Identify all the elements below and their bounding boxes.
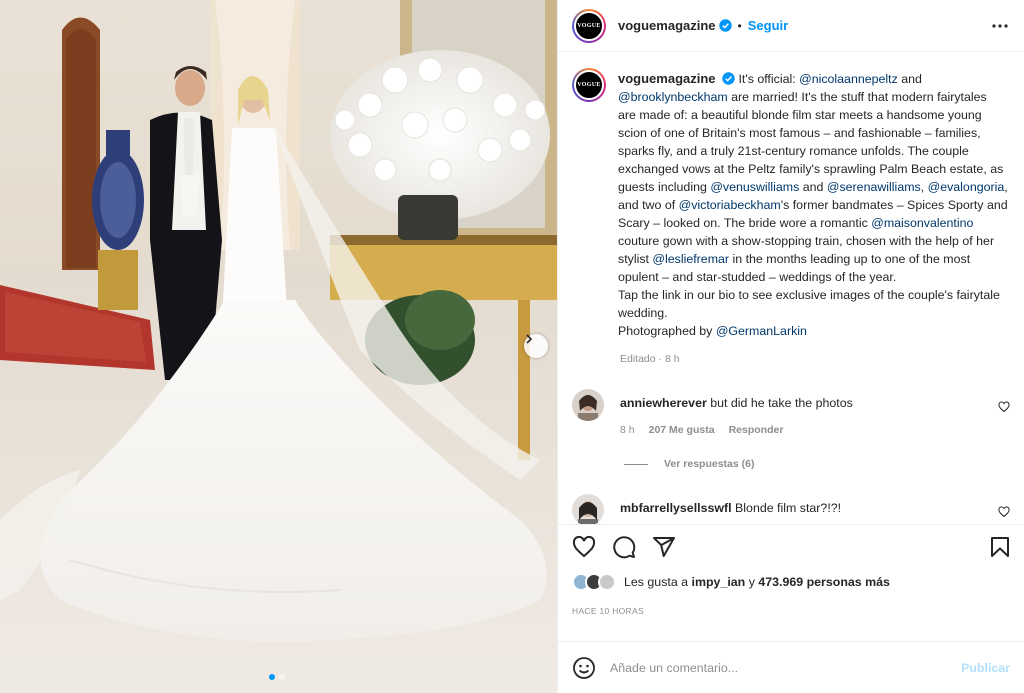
emoji-icon[interactable] [572,656,596,680]
likes-count[interactable]: 473.969 personas más [758,575,890,589]
heart-icon[interactable] [572,535,596,559]
caption-text: Photographed by [618,324,716,338]
header-separator: • [737,18,742,33]
caption-author-avatar[interactable]: VOGUE [572,68,606,102]
post-timestamp[interactable]: HACE 10 HORAS [572,606,1010,616]
post-detail-panel: VOGUE voguemagazine • Seguir VOGUE vogue… [557,0,1024,693]
post-caption: VOGUE voguemagazine It's official: @nico… [572,68,1010,340]
verified-badge-icon [718,19,732,32]
carousel-next-button[interactable] [524,334,548,358]
comment-avatar[interactable] [572,389,604,421]
comment-username[interactable]: anniewherever [620,396,707,410]
caption-text: and [799,180,827,194]
mention-link[interactable]: @brooklynbeckham [618,90,728,104]
mention-link[interactable]: @GermanLarkin [716,324,807,338]
chevron-right-icon [526,334,533,344]
heart-icon[interactable] [998,401,1010,413]
mention-link[interactable]: @evalongoria [928,180,1005,194]
wedding-photo-illustration [0,0,557,693]
publish-button[interactable]: Publicar [961,661,1010,675]
author-avatar[interactable]: VOGUE [572,8,606,43]
likes-summary[interactable]: Les gusta a impy_ian y 473.969 personas … [572,573,1010,591]
post-actions: Les gusta a impy_ian y 473.969 personas … [558,524,1024,649]
comment-item: mbfarrellysellsswfl Blonde film star?!?! [572,494,1010,524]
comment-meta: 8 h 207 Me gusta Responder [620,424,853,436]
comment-input[interactable] [610,660,962,675]
caption-body: It's official: @nicolaannepeltz and @bro… [618,72,1008,338]
carousel-indicator [269,674,285,680]
comments-scroll-area[interactable]: VOGUE voguemagazine It's official: @nico… [558,52,1024,524]
carousel-dot-1 [269,674,275,680]
carousel-dot-2 [279,674,285,680]
comment-icon[interactable] [612,535,636,559]
comment-username[interactable]: mbfarrellysellsswfl [620,501,732,515]
share-icon[interactable] [652,535,676,559]
mention-link[interactable]: @lesliefremar [652,252,729,266]
caption-text: , [920,180,928,194]
caption-meta: Editado · 8 h [620,353,680,365]
follow-button[interactable]: Seguir [748,18,788,33]
comment-text: Blonde film star?!?! [735,501,842,515]
mention-link[interactable]: @maisonvalentino [871,216,973,230]
heart-icon[interactable] [998,506,1010,518]
caption-text: and [897,72,922,86]
comment-text: but did he take the photos [710,396,853,410]
mention-link[interactable]: @serenawilliams [827,180,921,194]
reply-button[interactable]: Responder [729,424,784,436]
caption-username[interactable]: voguemagazine [618,71,716,86]
mention-link[interactable]: @nicolaannepeltz [799,72,898,86]
caption-text: Tap the link in our bio to see exclusive… [618,288,1000,320]
view-replies-button[interactable]: Ver respuestas (6) [624,458,1010,470]
comment-item: anniewherever but did he take the photos… [572,389,1010,436]
caption-text: It's official: [738,72,800,86]
liker-avatars [572,573,616,591]
comment-avatar[interactable] [572,494,604,524]
caption-text: are married! It's the stuff that modern … [618,90,1004,194]
more-options-icon[interactable] [990,18,1010,34]
bookmark-icon[interactable] [988,535,1012,559]
avatar [598,573,616,591]
post-photo[interactable] [0,0,557,693]
add-comment-bar: Publicar [558,641,1024,693]
replies-divider [624,463,648,465]
comment-likes[interactable]: 207 Me gusta [649,424,715,436]
mention-link[interactable]: @venuswilliams [710,180,799,194]
author-username[interactable]: voguemagazine [618,18,716,33]
verified-badge-icon [722,72,735,85]
post-header: VOGUE voguemagazine • Seguir [558,0,1024,52]
mention-link[interactable]: @victoriabeckham [679,198,781,212]
comment-time: 8 h [620,424,635,436]
liker-username[interactable]: impy_ian [692,575,746,589]
